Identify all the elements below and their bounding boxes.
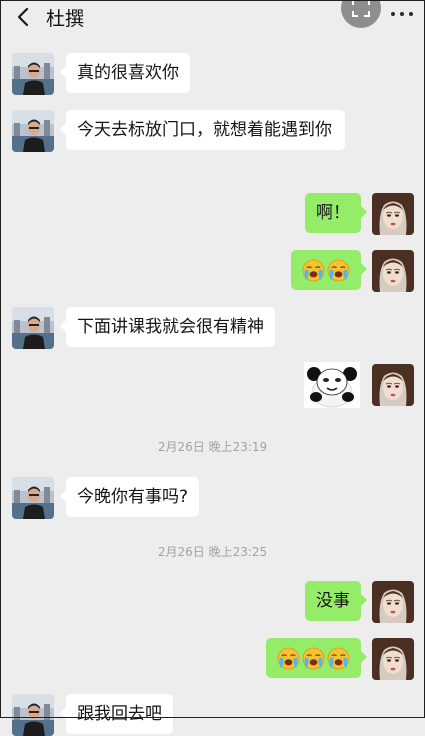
panda-sticker-message[interactable]	[304, 362, 360, 408]
chevron-left-icon	[17, 7, 29, 27]
message-bubble-outgoing[interactable]: 没事	[305, 581, 367, 621]
message-text: 今天去标放门口，就想着能遇到你	[77, 120, 332, 140]
contact-avatar[interactable]	[12, 110, 54, 152]
screen-frame	[0, 0, 425, 718]
self-avatar[interactable]	[372, 250, 414, 292]
message-bubble-incoming[interactable]: 今晚你有事吗?	[59, 477, 200, 517]
crying-face-icon	[277, 647, 300, 670]
contact-avatar[interactable]	[12, 477, 54, 519]
message-text: 没事	[316, 591, 350, 611]
message-bubble-outgoing[interactable]	[266, 638, 367, 678]
crying-face-icon	[302, 647, 325, 670]
message-bubble-incoming[interactable]: 今天去标放门口，就想着能遇到你	[60, 110, 345, 150]
message-text: 跟我回去吧	[77, 704, 162, 724]
message-text: 今晚你有事吗?	[77, 487, 189, 507]
timestamp: 2月26日 晚上23:19	[157, 440, 268, 454]
self-avatar[interactable]	[372, 364, 414, 406]
more-dots-icon	[391, 12, 395, 16]
self-avatar[interactable]	[372, 193, 414, 235]
chat-title: 杜撰	[46, 8, 85, 30]
self-avatar[interactable]	[372, 581, 414, 623]
crying-face-icon	[327, 259, 350, 282]
contact-avatar[interactable]	[12, 694, 54, 736]
crying-face-icon	[302, 259, 325, 282]
panda-face-sticker-icon	[304, 362, 360, 408]
more-options-button[interactable]	[389, 2, 415, 24]
back-button[interactable]	[14, 6, 34, 28]
self-avatar[interactable]	[372, 638, 414, 680]
message-text: 真的很喜欢你	[77, 63, 179, 83]
crying-face-icon	[327, 647, 350, 670]
screen-capture-button[interactable]	[341, 0, 381, 28]
timestamp: 2月26日 晚上23:25	[157, 545, 268, 559]
message-text: 啊！	[316, 203, 350, 223]
chat-header: 杜撰	[0, 0, 425, 38]
contact-avatar[interactable]	[12, 307, 54, 349]
message-bubble-incoming[interactable]: 下面讲课我就会很有精神	[60, 307, 275, 347]
message-bubble-incoming[interactable]: 真的很喜欢你	[60, 53, 190, 93]
message-bubble-outgoing[interactable]	[291, 250, 367, 290]
message-bubble-outgoing[interactable]: 啊！	[305, 193, 367, 233]
message-text: 下面讲课我就会很有精神	[77, 317, 264, 337]
message-bubble-incoming[interactable]: 跟我回去吧	[60, 694, 173, 734]
contact-avatar[interactable]	[12, 53, 54, 95]
screen-capture-icon	[352, 0, 370, 17]
